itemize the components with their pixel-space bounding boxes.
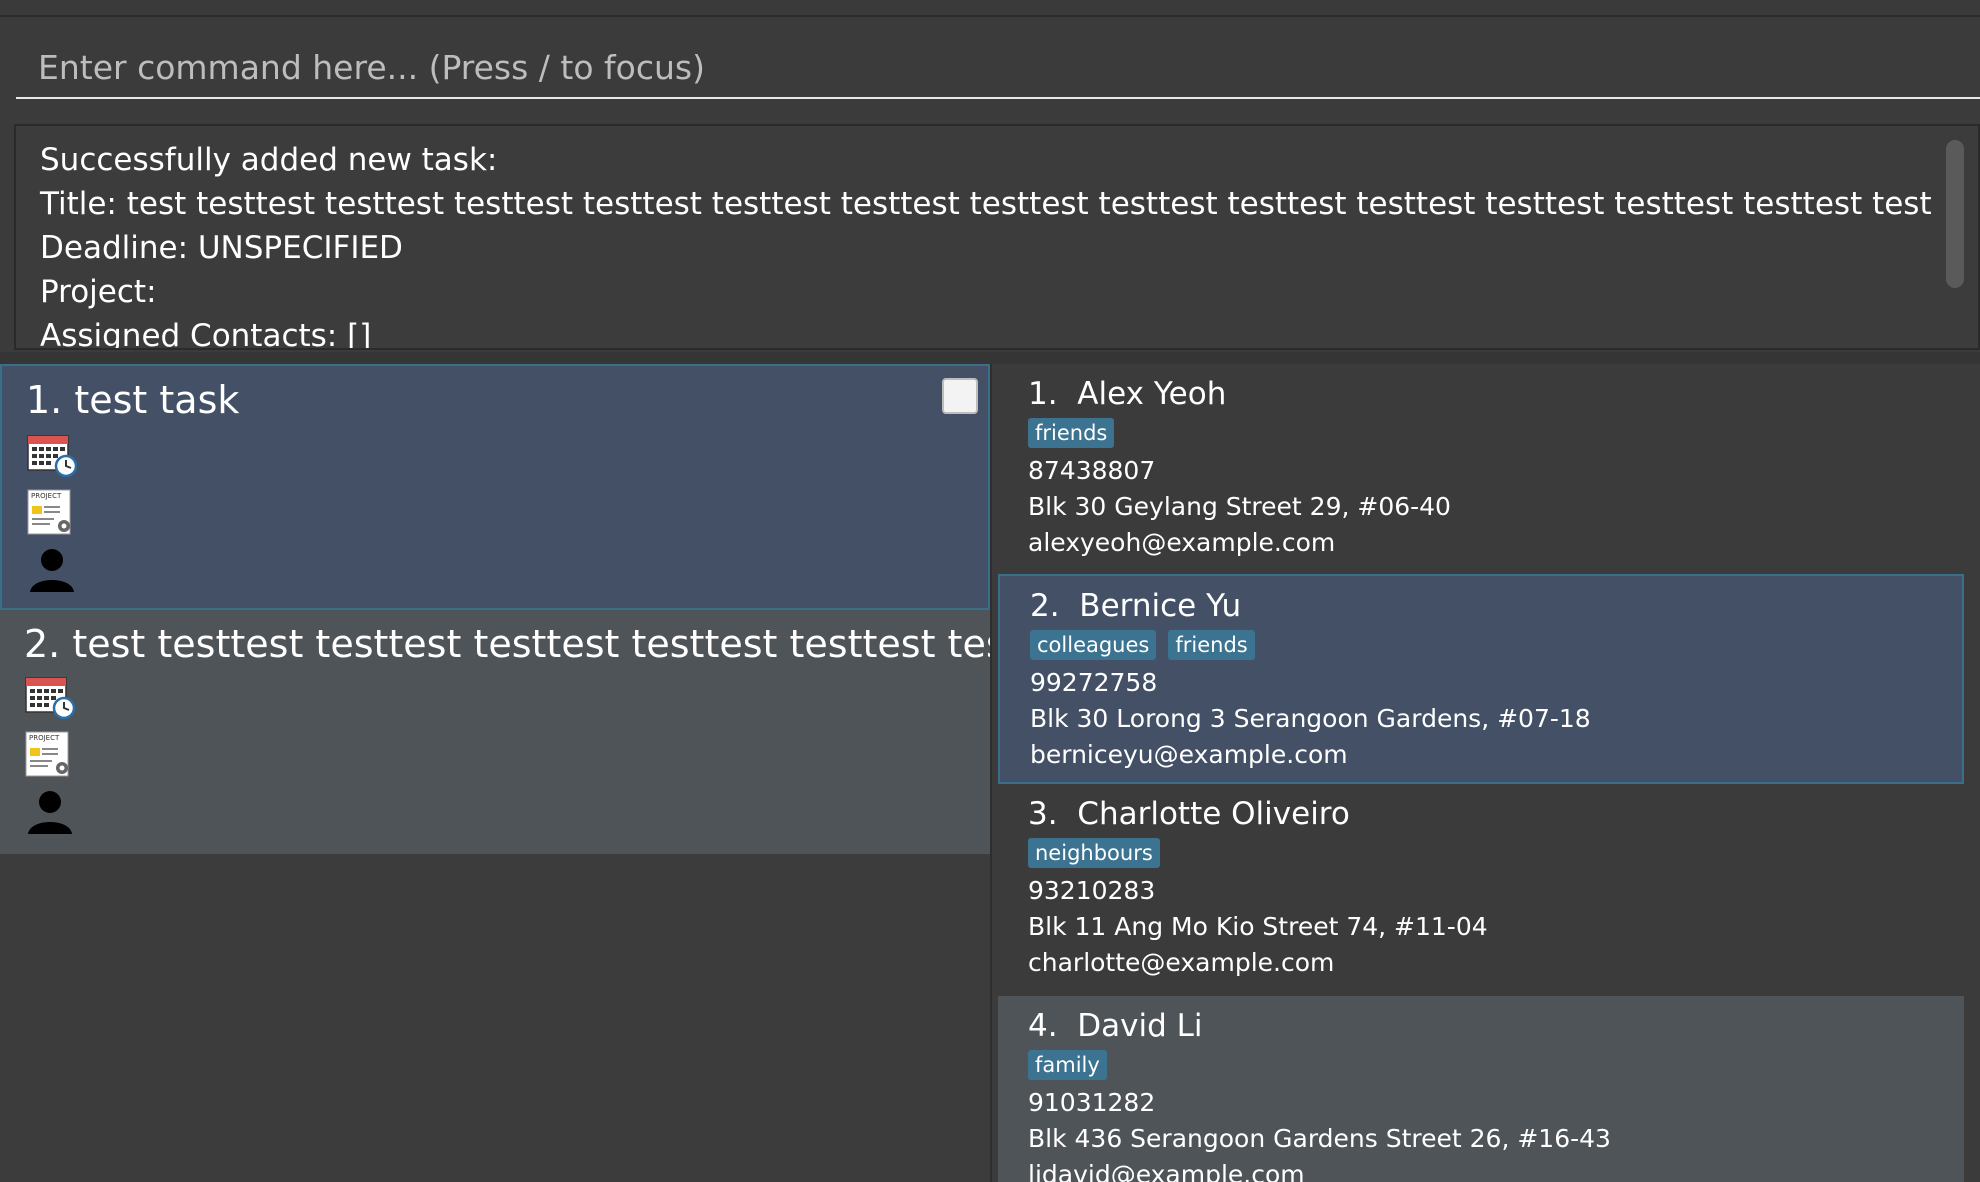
contact-name-text: Charlotte Oliveiro bbox=[1077, 796, 1350, 832]
contact-card[interactable]: 2. Bernice Yu colleagues friends 9927275… bbox=[998, 574, 1964, 784]
tag-row: friends bbox=[1028, 418, 1115, 448]
tag-row: neighbours bbox=[1028, 838, 1160, 868]
tag: colleagues bbox=[1030, 630, 1157, 660]
contact-index: 1. bbox=[1028, 376, 1058, 412]
person-icon bbox=[30, 549, 74, 592]
task-card[interactable]: 1. test task PROJECT bbox=[0, 364, 990, 610]
task-title: 1. test task bbox=[26, 378, 240, 422]
checkbox-icon[interactable] bbox=[942, 378, 978, 414]
contact-name-text: Bernice Yu bbox=[1079, 588, 1242, 624]
contact-index: 4. bbox=[1028, 1008, 1058, 1044]
contact-card[interactable]: 1. Alex Yeoh friends 87438807 Blk 30 Gey… bbox=[998, 364, 1964, 574]
contact-name-text: David Li bbox=[1077, 1008, 1203, 1044]
contact-email: berniceyu@example.com bbox=[1030, 740, 1348, 769]
contact-list-panel: 1. Alex Yeoh friends 87438807 Blk 30 Gey… bbox=[990, 364, 1980, 1182]
contact-name: 2. Bernice Yu bbox=[1030, 588, 1241, 624]
calendar-clock-icon bbox=[25, 677, 76, 720]
project-document-icon: PROJECT bbox=[25, 731, 69, 777]
person-icon bbox=[28, 791, 72, 834]
contact-address: Blk 11 Ang Mo Kio Street 74, #11-04 bbox=[1028, 912, 1488, 941]
contact-phone: 87438807 bbox=[1028, 456, 1156, 485]
tag: neighbours bbox=[1028, 838, 1160, 868]
tag: family bbox=[1028, 1050, 1107, 1080]
svg-text:PROJECT: PROJECT bbox=[31, 492, 62, 500]
task-title: 2. test testtest testtest testtest testt… bbox=[24, 622, 990, 666]
contact-address: Blk 30 Geylang Street 29, #06-40 bbox=[1028, 492, 1451, 521]
contact-email: charlotte@example.com bbox=[1028, 948, 1335, 977]
contact-address: Blk 30 Lorong 3 Serangoon Gardens, #07-1… bbox=[1030, 704, 1591, 733]
contact-name: 4. David Li bbox=[1028, 1008, 1203, 1044]
result-text: Successfully added new task: Title: test… bbox=[40, 142, 1932, 350]
menu-bar bbox=[0, 0, 1980, 17]
tag-row: colleagues friends bbox=[1030, 630, 1255, 660]
contact-name: 1. Alex Yeoh bbox=[1028, 376, 1226, 412]
contact-name-text: Alex Yeoh bbox=[1077, 376, 1227, 412]
contact-email: alexyeoh@example.com bbox=[1028, 528, 1336, 557]
contact-phone: 93210283 bbox=[1028, 876, 1156, 905]
result-scrollbar[interactable] bbox=[1938, 126, 1978, 348]
tag: friends bbox=[1168, 630, 1255, 660]
contact-card[interactable]: 4. David Li family 91031282 Blk 436 Sera… bbox=[998, 996, 1964, 1182]
contact-card[interactable]: 3. Charlotte Oliveiro neighbours 9321028… bbox=[998, 784, 1964, 994]
contact-phone: 91031282 bbox=[1028, 1088, 1156, 1117]
project-document-icon: PROJECT bbox=[27, 489, 71, 535]
result-scrollbar-thumb[interactable] bbox=[1946, 140, 1964, 288]
command-input[interactable] bbox=[16, 37, 1980, 99]
contact-phone: 99272758 bbox=[1030, 668, 1158, 697]
calendar-clock-icon bbox=[27, 435, 78, 478]
result-display[interactable]: Successfully added new task: Title: test… bbox=[14, 124, 1980, 350]
contact-email: lidavid@example.com bbox=[1028, 1160, 1305, 1182]
tag: friends bbox=[1028, 418, 1115, 448]
contact-name: 3. Charlotte Oliveiro bbox=[1028, 796, 1350, 832]
task-card[interactable]: 2. test testtest testtest testtest testt… bbox=[0, 610, 990, 854]
contact-address: Blk 436 Serangoon Gardens Street 26, #16… bbox=[1028, 1124, 1611, 1153]
svg-text:PROJECT: PROJECT bbox=[29, 734, 60, 742]
contact-index: 2. bbox=[1030, 588, 1060, 624]
tag-row: family bbox=[1028, 1050, 1107, 1080]
contact-index: 3. bbox=[1028, 796, 1058, 832]
task-list-panel: 1. test task PROJECT 2. test testtest te… bbox=[0, 364, 990, 1182]
panel-divider bbox=[0, 352, 1980, 364]
command-box bbox=[0, 17, 1980, 112]
